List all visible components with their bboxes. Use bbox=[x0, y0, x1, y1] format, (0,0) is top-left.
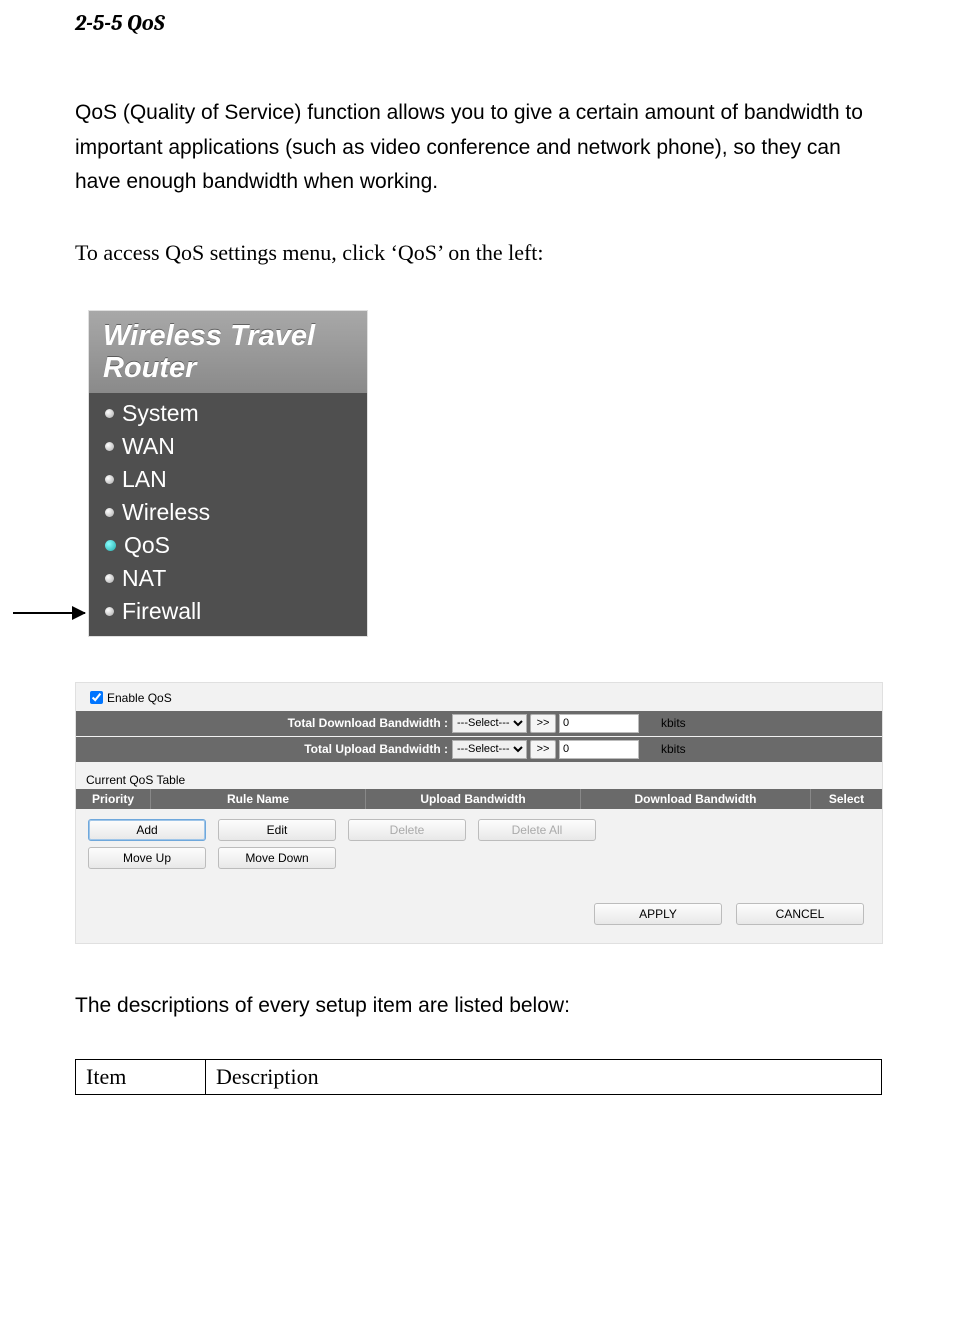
table-row: Item Description bbox=[76, 1059, 882, 1094]
upload-bandwidth-input[interactable] bbox=[559, 740, 639, 759]
nav-header: Wireless Travel Router bbox=[89, 311, 367, 393]
section-title: 2-5-5 QoS bbox=[75, 10, 882, 36]
download-bandwidth-select[interactable]: ---Select--- bbox=[452, 714, 527, 733]
sidebar-item-system[interactable]: System bbox=[89, 397, 367, 430]
sidebar-item-lan[interactable]: LAN bbox=[89, 463, 367, 496]
th-select: Select bbox=[811, 789, 882, 809]
th-upload: Upload Bandwidth bbox=[366, 789, 581, 809]
download-transfer-button[interactable]: >> bbox=[530, 714, 556, 733]
nav-items: System WAN LAN Wireless QoS NAT Firewall bbox=[89, 393, 367, 636]
th-download: Download Bandwidth bbox=[581, 789, 811, 809]
nav-label: WAN bbox=[122, 433, 175, 460]
upload-bandwidth-select[interactable]: ---Select--- bbox=[452, 740, 527, 759]
desc-intro: The descriptions of every setup item are… bbox=[75, 989, 882, 1024]
arrow-icon bbox=[13, 612, 85, 614]
add-button[interactable]: Add bbox=[88, 819, 206, 841]
th-item: Item bbox=[76, 1059, 206, 1094]
download-bandwidth-input[interactable] bbox=[559, 714, 639, 733]
nav-label: Firewall bbox=[122, 598, 201, 625]
edit-button[interactable]: Edit bbox=[218, 819, 336, 841]
sidebar-item-qos[interactable]: QoS bbox=[89, 529, 367, 562]
th-rule-name: Rule Name bbox=[151, 789, 366, 809]
th-description: Description bbox=[206, 1059, 882, 1094]
upload-transfer-button[interactable]: >> bbox=[530, 740, 556, 759]
bullet-icon bbox=[105, 508, 114, 517]
description-table: Item Description bbox=[75, 1059, 882, 1095]
cancel-button[interactable]: CANCEL bbox=[736, 903, 864, 925]
th-priority: Priority bbox=[76, 789, 151, 809]
bullet-icon bbox=[105, 442, 114, 451]
download-bandwidth-label: Total Download Bandwidth : bbox=[82, 716, 452, 730]
access-paragraph: To access QoS settings menu, click ‘QoS’… bbox=[75, 235, 882, 270]
nav-title-line2: Router bbox=[103, 352, 196, 384]
nav-panel: Wireless Travel Router System WAN LAN Wi… bbox=[88, 310, 368, 637]
bullet-icon bbox=[105, 574, 114, 583]
delete-button[interactable]: Delete bbox=[348, 819, 466, 841]
intro-paragraph: QoS (Quality of Service) function allows… bbox=[75, 96, 882, 200]
sidebar-item-wan[interactable]: WAN bbox=[89, 430, 367, 463]
bullet-icon bbox=[105, 540, 116, 551]
move-down-button[interactable]: Move Down bbox=[218, 847, 336, 869]
upload-bandwidth-row: Total Upload Bandwidth : ---Select--- >>… bbox=[76, 737, 882, 762]
enable-qos-label: Enable QoS bbox=[107, 691, 172, 705]
nav-label: LAN bbox=[122, 466, 167, 493]
qos-panel: Enable QoS Total Download Bandwidth : --… bbox=[75, 682, 883, 944]
download-unit-label: kbits bbox=[661, 716, 686, 730]
qos-table-title: Current QoS Table bbox=[76, 763, 882, 789]
bullet-icon bbox=[105, 475, 114, 484]
upload-unit-label: kbits bbox=[661, 742, 686, 756]
sidebar-item-nat[interactable]: NAT bbox=[89, 562, 367, 595]
nav-label: NAT bbox=[122, 565, 166, 592]
upload-bandwidth-label: Total Upload Bandwidth : bbox=[82, 742, 452, 756]
delete-all-button[interactable]: Delete All bbox=[478, 819, 596, 841]
nav-label: Wireless bbox=[122, 499, 210, 526]
move-up-button[interactable]: Move Up bbox=[88, 847, 206, 869]
enable-qos-checkbox[interactable] bbox=[90, 691, 103, 704]
nav-label: QoS bbox=[124, 532, 170, 559]
sidebar-item-firewall[interactable]: Firewall bbox=[89, 595, 367, 628]
download-bandwidth-row: Total Download Bandwidth : ---Select--- … bbox=[76, 711, 882, 736]
bullet-icon bbox=[105, 409, 114, 418]
nav-title-line1: Wireless Travel bbox=[103, 320, 315, 352]
nav-label: System bbox=[122, 400, 199, 427]
qos-table-header: Priority Rule Name Upload Bandwidth Down… bbox=[76, 789, 882, 809]
sidebar-item-wireless[interactable]: Wireless bbox=[89, 496, 367, 529]
apply-button[interactable]: APPLY bbox=[594, 903, 722, 925]
bullet-icon bbox=[105, 607, 114, 616]
